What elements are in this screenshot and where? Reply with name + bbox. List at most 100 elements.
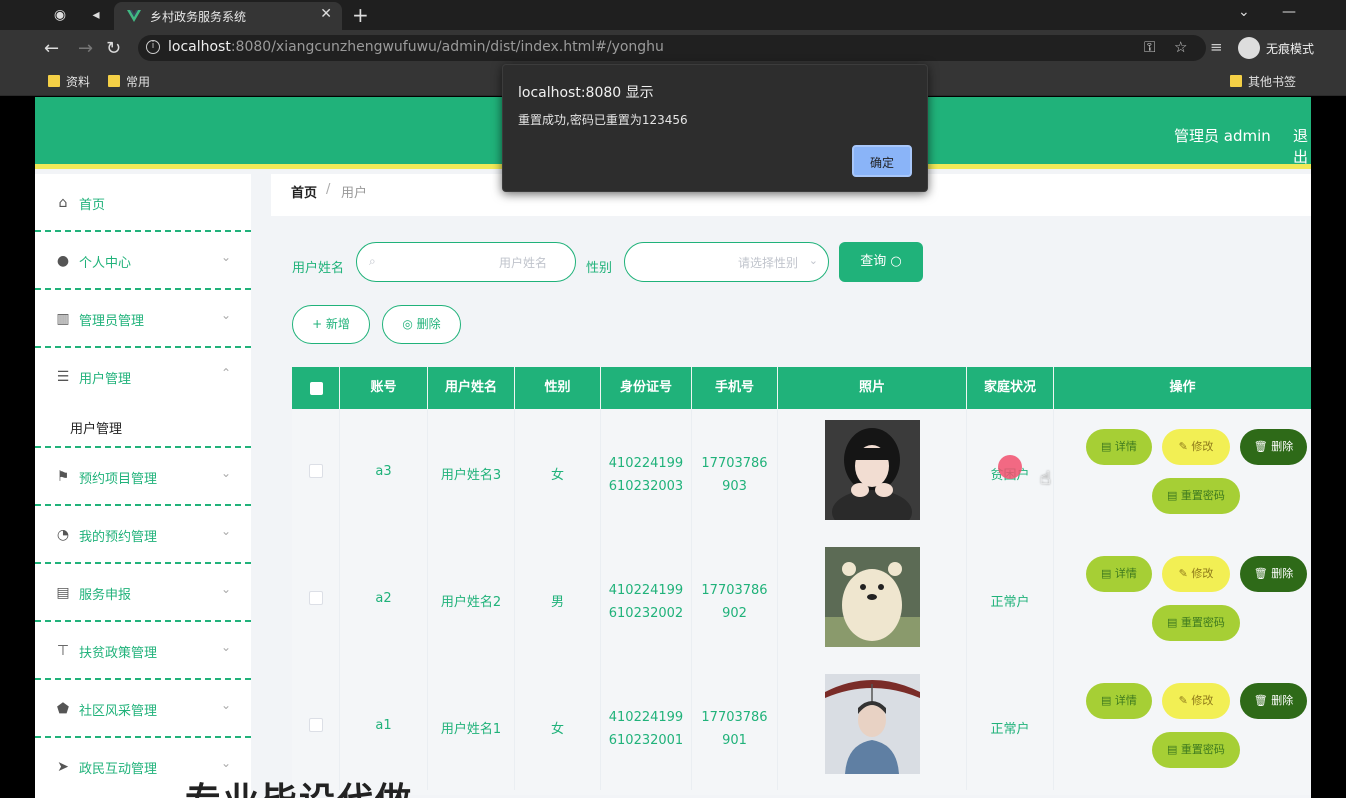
detail-button[interactable]: ▤ 详情 [1086, 556, 1152, 592]
back-icon[interactable]: ← [44, 38, 59, 59]
id-line-1: 410224199 [608, 583, 684, 598]
minimize-icon[interactable]: — [1282, 4, 1296, 20]
url-field[interactable]: i localhost:8080/xiangcunzhengwufuwu/adm… [138, 35, 1206, 61]
tab-title: 乡村政务服务系统 [150, 10, 247, 24]
name-value: 用户姓名2 [440, 595, 502, 610]
sidebar-subitem-users[interactable]: 用户管理 [35, 402, 251, 448]
main-content: 首页 / 用户 用户姓名 ⌕ 用户姓名 性别 请选择性别 ⌄ 查询 ○ + 新增… [271, 174, 1311, 798]
breadcrumb-separator: / [326, 182, 331, 197]
sidebar-item-booking-projects[interactable]: ⚑ 预约项目管理 ⌄ [35, 448, 251, 506]
name-value: 用户姓名3 [440, 468, 502, 483]
gender-placeholder: 请选择性别 [737, 256, 798, 270]
id-line-1: 410224199 [608, 456, 684, 471]
select-all-checkbox[interactable] [310, 382, 323, 395]
sidebar-item-label: 首页 [79, 198, 106, 213]
account-value: a3 [375, 464, 392, 479]
row-checkbox[interactable] [309, 591, 323, 605]
sidebar-item-profile[interactable]: ● 个人中心 ⌄ [35, 232, 251, 290]
watermark-text: 专业毕设代做 [185, 772, 413, 798]
sidebar-subitem-label: 用户管理 [70, 422, 123, 437]
chevron-down-icon: ⌄ [221, 756, 232, 770]
tab-close-icon[interactable]: ✕ [320, 6, 332, 22]
name-search-input[interactable]: ⌕ 用户姓名 [356, 242, 576, 282]
actions-cell: ▤ 详情 ✎ 修改 🗑 删除 ▤ 重置密码 [1054, 663, 1311, 790]
edit-button[interactable]: ✎ 修改 [1162, 429, 1230, 465]
dialog-title: localhost:8080 显示 [518, 85, 654, 101]
reload-icon[interactable]: ↻ [106, 38, 121, 59]
name-search-placeholder: 用户姓名 [498, 256, 547, 270]
sidebar-item-home[interactable]: ⌂ 首页 [35, 174, 251, 232]
delete-button[interactable]: 🗑 删除 [1240, 683, 1307, 719]
row-checkbox[interactable] [309, 464, 323, 478]
phone-line-1: 17703786 [701, 710, 768, 725]
bookmark-folder-ziliao[interactable]: 资料 [48, 73, 90, 90]
sidebar-item-users[interactable]: ☰ 用户管理 ⌃ [35, 348, 251, 406]
row-checkbox[interactable] [309, 718, 323, 732]
sidebar-item-service-report[interactable]: ▤ 服务申报 ⌄ [35, 564, 251, 622]
alert-dialog: localhost:8080 显示 重置成功,密码已重置为123456 确定 [502, 64, 928, 192]
sidebar-item-my-bookings[interactable]: ◔ 我的预约管理 ⌄ [35, 506, 251, 564]
user-photo[interactable] [825, 674, 920, 774]
bookmark-folder-other[interactable]: 其他书签 [1230, 73, 1296, 90]
phone-line-1: 17703786 [701, 456, 768, 471]
select-all-cell[interactable] [292, 367, 340, 409]
chevron-up-icon: ⌃ [221, 366, 232, 380]
sidebar-item-label: 管理员管理 [79, 314, 145, 329]
detail-button[interactable]: ▤ 详情 [1086, 683, 1152, 719]
sidebar-item-label: 个人中心 [79, 256, 132, 271]
id-cell: 410224199 610232001 [601, 663, 692, 790]
key-icon[interactable]: ⚿ [1144, 38, 1155, 56]
batch-delete-button[interactable]: ◎ 删除 [382, 305, 461, 344]
folder-icon [108, 75, 120, 87]
column-header: 家庭状况 [967, 367, 1054, 409]
sidebar-item-admin[interactable]: ▥ 管理员管理 ⌄ [35, 290, 251, 348]
folder-icon [1230, 75, 1242, 87]
delete-button[interactable]: 🗑 删除 [1240, 556, 1307, 592]
name-cell: 用户姓名1 [428, 663, 515, 790]
browser-tab[interactable]: 乡村政务服务系统 ✕ [114, 2, 342, 30]
sidebar-item-community[interactable]: ⬟ 社区风采管理 ⌄ [35, 680, 251, 738]
incognito-avatar[interactable] [1238, 37, 1260, 59]
dialog-ok-button[interactable]: 确定 [852, 145, 912, 177]
edit-button[interactable]: ✎ 修改 [1162, 556, 1230, 592]
actions-cell: ▤ 详情 ✎ 修改 🗑 删除 ▤ 重置密码 [1054, 536, 1311, 663]
reset-password-button[interactable]: ▤ 重置密码 [1152, 605, 1240, 641]
tab-list-icon[interactable]: ⌄ [1238, 4, 1250, 20]
table-header: 账号 用户姓名 性别 身份证号 手机号 照片 家庭状况 操作 [292, 367, 1311, 409]
bookmark-folder-changyong[interactable]: 常用 [108, 73, 150, 90]
new-tab-icon[interactable]: + [352, 3, 369, 27]
reading-list-icon[interactable]: ≡ [1210, 38, 1223, 56]
sidebar-item-label: 社区风采管理 [79, 704, 158, 719]
star-icon[interactable]: ☆ [1174, 38, 1187, 56]
phone-line-2: 903 [722, 479, 747, 494]
query-button[interactable]: 查询 ○ [839, 242, 923, 282]
reset-password-button[interactable]: ▤ 重置密码 [1152, 478, 1240, 514]
detail-button[interactable]: ▤ 详情 [1086, 429, 1152, 465]
tab-search-icon[interactable]: ◉ [50, 5, 70, 25]
user-photo[interactable] [825, 420, 920, 520]
forward-icon[interactable]: → [78, 38, 93, 59]
breadcrumb-home[interactable]: 首页 [291, 182, 317, 201]
status-value: 正常户 [990, 595, 1030, 610]
sidebar-item-label: 政民互动管理 [79, 762, 158, 777]
name-value: 用户姓名1 [440, 722, 502, 737]
phone-icon: ◔ [56, 527, 70, 543]
delete-button[interactable]: 🗑 删除 [1240, 429, 1307, 465]
sidebar-item-poverty-policy[interactable]: ⊤ 扶贫政策管理 ⌄ [35, 622, 251, 680]
site-info-icon[interactable]: i [146, 40, 160, 54]
chevron-down-icon: ⌄ [221, 250, 232, 264]
account-value: a2 [375, 591, 392, 606]
add-button[interactable]: + 新增 [292, 305, 370, 344]
gender-select[interactable]: 请选择性别 ⌄ [624, 242, 829, 282]
gender-value: 女 [550, 722, 564, 737]
edit-button[interactable]: ✎ 修改 [1162, 683, 1230, 719]
user-photo[interactable] [825, 547, 920, 647]
id-line-1: 410224199 [608, 710, 684, 725]
reset-password-button[interactable]: ▤ 重置密码 [1152, 732, 1240, 768]
phone-cell: 17703786 901 [692, 663, 778, 790]
logout-link[interactable]: 退出 [1293, 125, 1311, 167]
chevron-down-icon: ⌄ [221, 582, 232, 596]
column-header: 用户姓名 [428, 367, 515, 409]
id-cell: 410224199 610232002 [601, 536, 692, 663]
tab-scroll-left-icon[interactable]: ◂ [86, 5, 106, 25]
